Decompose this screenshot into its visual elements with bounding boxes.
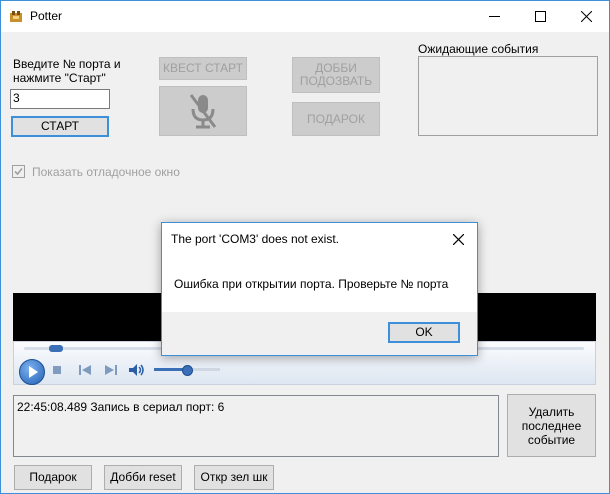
dialog-title: The port 'COM3' does not exist. bbox=[171, 232, 339, 246]
seek-thumb[interactable] bbox=[49, 345, 63, 352]
pending-events-label: Ожидающие события bbox=[418, 42, 539, 56]
mic-off-icon bbox=[189, 94, 217, 129]
play-icon bbox=[29, 366, 38, 378]
checkmark-icon bbox=[14, 167, 23, 176]
dialog-ok-button[interactable]: OK bbox=[388, 322, 460, 343]
minimize-button[interactable] bbox=[471, 1, 517, 32]
maximize-button[interactable] bbox=[517, 1, 563, 32]
close-button[interactable] bbox=[563, 1, 609, 32]
volume-slider[interactable] bbox=[154, 365, 220, 376]
previous-icon[interactable] bbox=[78, 364, 92, 376]
pending-events-list[interactable] bbox=[418, 56, 598, 136]
title-bar: Potter bbox=[1, 1, 609, 32]
dialog-footer: OK bbox=[162, 312, 477, 355]
error-dialog: The port 'COM3' does not exist. Ошибка п… bbox=[161, 222, 478, 356]
maximize-icon bbox=[534, 11, 546, 22]
potter-app-icon bbox=[10, 11, 22, 22]
delete-last-event-button[interactable]: Удалить последнее событие bbox=[507, 394, 596, 457]
dobby-reset-button[interactable]: Добби reset bbox=[104, 465, 182, 490]
open-green-cabinet-button[interactable]: Откр зел шк bbox=[194, 465, 274, 490]
next-icon[interactable] bbox=[104, 364, 118, 376]
port-input[interactable]: 3 bbox=[10, 89, 110, 109]
port-prompt-label: Введите № порта и нажмите "Старт" bbox=[13, 57, 121, 85]
close-icon bbox=[452, 233, 464, 245]
window-title: Potter bbox=[30, 9, 63, 23]
close-icon bbox=[580, 11, 592, 22]
gift-button[interactable]: Подарок bbox=[14, 465, 92, 490]
volume-thumb[interactable] bbox=[182, 365, 193, 376]
gift-top-button[interactable]: ПОДАРОК bbox=[292, 102, 380, 136]
dobby-call-button[interactable]: ДОББИ ПОДОЗВАТЬ bbox=[292, 57, 380, 93]
dialog-close-button[interactable] bbox=[447, 228, 469, 250]
volume-icon[interactable] bbox=[128, 363, 146, 377]
debug-window-checkbox[interactable] bbox=[12, 165, 25, 178]
play-button[interactable] bbox=[19, 359, 45, 385]
stop-icon[interactable] bbox=[52, 365, 62, 375]
start-button[interactable]: СТАРТ bbox=[11, 116, 109, 137]
log-line: 22:45:08.489 Запись в сериал порт: 6 bbox=[17, 400, 225, 414]
mute-mic-button[interactable] bbox=[159, 86, 247, 136]
minimize-icon bbox=[488, 16, 500, 17]
dialog-message: Ошибка при открытии порта. Проверьте № п… bbox=[174, 277, 449, 291]
log-output[interactable]: 22:45:08.489 Запись в сериал порт: 6 bbox=[13, 395, 499, 457]
app-window: Potter Введите № порта и нажмите "Старт"… bbox=[0, 0, 610, 494]
quest-start-button[interactable]: КВЕСТ СТАРТ bbox=[159, 57, 247, 80]
debug-window-label: Показать отладочное окно bbox=[32, 165, 180, 179]
